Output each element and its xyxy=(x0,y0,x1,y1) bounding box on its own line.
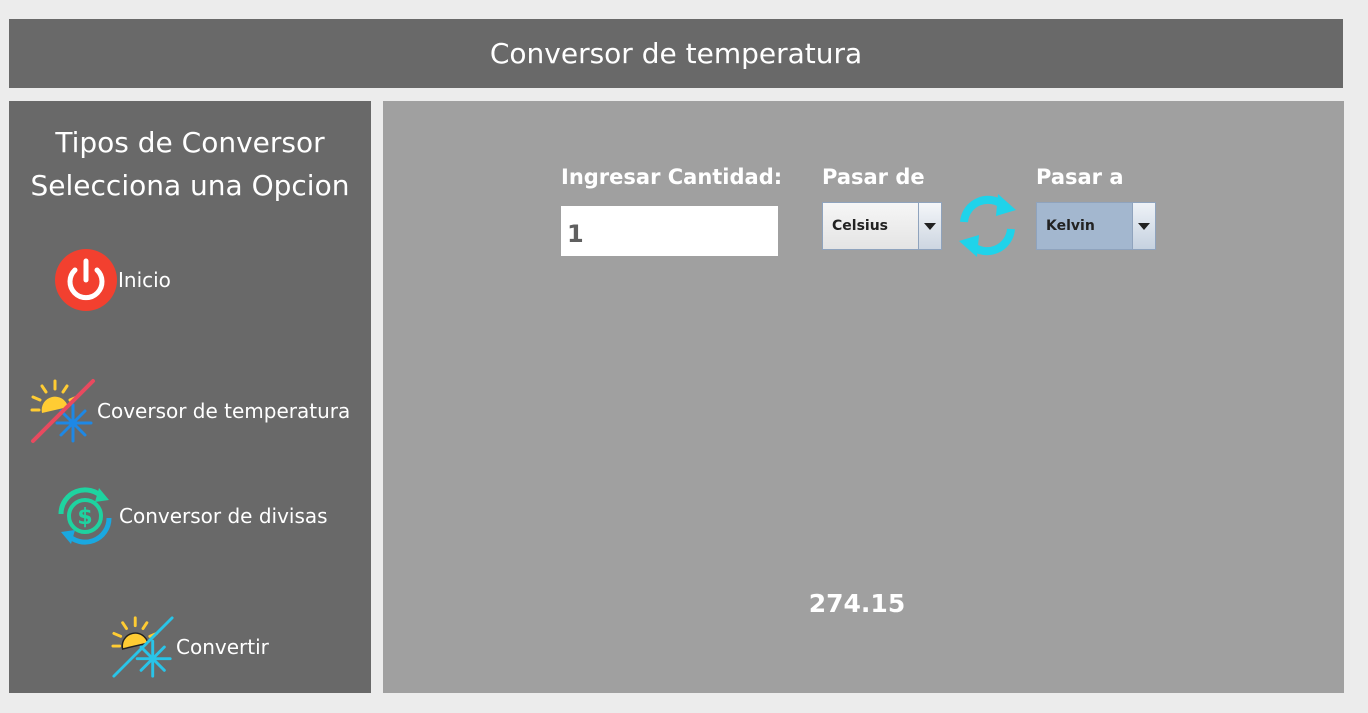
chevron-down-icon[interactable] xyxy=(918,203,941,249)
sun-snowflake-icon xyxy=(110,614,176,680)
sidebar-item-currency[interactable]: $ Conversor de divisas xyxy=(51,484,328,548)
swap-arrows-icon[interactable] xyxy=(954,192,1021,259)
svg-text:$: $ xyxy=(77,505,92,530)
power-icon xyxy=(54,248,118,312)
from-unit-label: Pasar de xyxy=(822,165,925,189)
page-title: Conversor de temperatura xyxy=(489,37,863,70)
currency-exchange-icon: $ xyxy=(51,484,119,548)
sun-snowflake-icon xyxy=(29,377,97,445)
sidebar-title: Tipos de Conversor Selecciona una Opcion xyxy=(9,121,371,207)
sidebar-item-label: Conversor de divisas xyxy=(119,504,328,528)
sidebar-item-label: Inicio xyxy=(118,268,171,292)
sidebar: Tipos de Conversor Selecciona una Opcion… xyxy=(9,101,371,693)
chevron-down-icon[interactable] xyxy=(1132,203,1155,249)
amount-label: Ingresar Cantidad: xyxy=(561,165,783,189)
result-value: 274.15 xyxy=(808,589,906,618)
convert-button[interactable]: Convertir xyxy=(110,614,269,680)
amount-input[interactable] xyxy=(561,206,778,256)
app-header: Conversor de temperatura xyxy=(9,19,1343,88)
from-unit-value: Celsius xyxy=(832,218,888,234)
sidebar-title-line1: Tipos de Conversor xyxy=(55,126,325,159)
sidebar-item-label: Coversor de temperatura xyxy=(97,399,351,423)
to-unit-value: Kelvin xyxy=(1046,218,1095,234)
sidebar-item-inicio[interactable]: Inicio xyxy=(54,248,171,312)
sidebar-item-temperature[interactable]: Coversor de temperatura xyxy=(29,377,350,445)
sidebar-item-label: Convertir xyxy=(176,635,269,659)
converter-panel: Ingresar Cantidad: Pasar de Celsius Pasa… xyxy=(383,101,1344,693)
sidebar-title-line2: Selecciona una Opcion xyxy=(30,169,350,202)
to-unit-select[interactable]: Kelvin xyxy=(1036,202,1156,250)
from-unit-select[interactable]: Celsius xyxy=(822,202,942,250)
to-unit-label: Pasar a xyxy=(1036,165,1124,189)
